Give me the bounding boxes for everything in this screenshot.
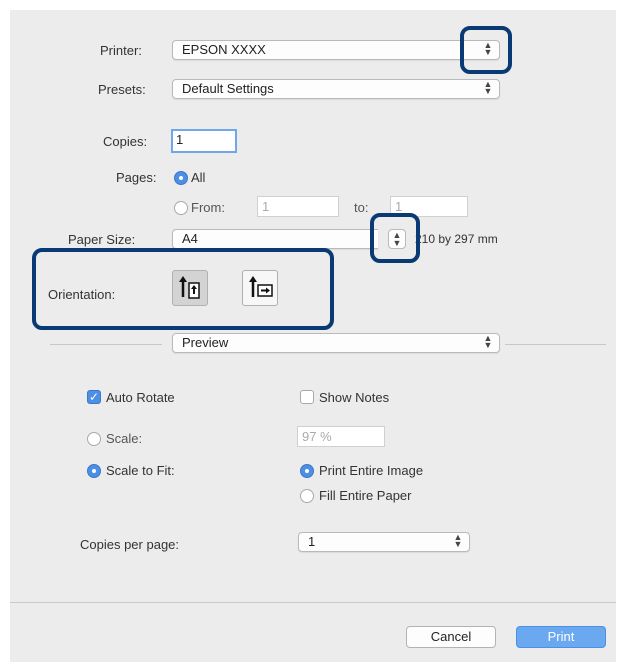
print-button[interactable]: Print xyxy=(516,626,606,648)
pages-from-label: From: xyxy=(191,200,225,215)
print-entire-image-label: Print Entire Image xyxy=(319,463,424,478)
checkmark-icon: ✓ xyxy=(88,390,100,404)
orientation-highlight xyxy=(32,248,334,330)
pages-to-label: to: xyxy=(354,200,369,215)
section-divider-right xyxy=(505,344,606,345)
section-select[interactable]: Preview ▲ ▼ xyxy=(172,333,500,353)
printer-select[interactable]: EPSON XXXX ▲ ▼ xyxy=(172,40,500,60)
fill-entire-paper-radio[interactable] xyxy=(300,489,314,503)
paper-dimensions: 210 by 297 mm xyxy=(415,232,498,246)
paper-size-select[interactable]: A4 xyxy=(172,229,378,249)
paper-size-arrow-highlight xyxy=(370,213,420,263)
show-notes-checkbox[interactable] xyxy=(300,390,314,404)
footer-divider xyxy=(10,602,616,603)
paper-size-value: A4 xyxy=(182,231,198,246)
pages-from-field[interactable]: 1 xyxy=(257,196,339,217)
section-select-value: Preview xyxy=(182,335,229,350)
copies-per-page-select[interactable]: 1 ▲ ▼ xyxy=(298,532,470,552)
cancel-button[interactable]: Cancel xyxy=(406,626,496,648)
presets-label: Presets: xyxy=(98,82,146,97)
pages-from-radio[interactable] xyxy=(174,201,188,215)
auto-rotate-label: Auto Rotate xyxy=(106,390,175,405)
updown-arrows-icon: ▲ ▼ xyxy=(483,79,493,96)
presets-select[interactable]: Default Settings ▲ ▼ xyxy=(172,79,500,99)
printer-value: EPSON XXXX xyxy=(182,42,266,57)
updown-arrows-icon: ▲ ▼ xyxy=(483,333,493,350)
presets-value: Default Settings xyxy=(182,81,274,96)
section-divider-left xyxy=(50,344,162,345)
pages-all-radio[interactable] xyxy=(174,171,188,185)
pages-to-value: 1 xyxy=(395,199,403,214)
copies-label: Copies: xyxy=(103,134,148,149)
pages-label: Pages: xyxy=(116,170,157,185)
copies-field[interactable]: 1 xyxy=(171,129,237,153)
scale-value: 97 % xyxy=(302,429,332,444)
scale-label: Scale: xyxy=(106,431,143,446)
pages-from-value: 1 xyxy=(262,199,270,214)
copies-value: 1 xyxy=(176,132,184,147)
updown-arrows-icon: ▲ ▼ xyxy=(453,532,463,549)
scale-field[interactable]: 97 % xyxy=(297,426,385,447)
print-dialog: Printer: EPSON XXXX ▲ ▼ Presets: Default … xyxy=(10,10,616,662)
copies-per-page-value: 1 xyxy=(308,534,316,549)
paper-size-label: Paper Size: xyxy=(68,232,136,247)
printer-arrow-highlight xyxy=(460,26,512,74)
scale-to-fit-radio[interactable] xyxy=(87,464,101,478)
printer-label: Printer: xyxy=(100,43,142,58)
scale-to-fit-label: Scale to Fit: xyxy=(106,463,175,478)
print-entire-image-radio[interactable] xyxy=(300,464,314,478)
copies-per-page-label: Copies per page: xyxy=(80,537,180,552)
auto-rotate-checkbox[interactable]: ✓ xyxy=(87,390,101,404)
show-notes-label: Show Notes xyxy=(319,390,390,405)
fill-entire-paper-label: Fill Entire Paper xyxy=(319,488,412,503)
scale-radio[interactable] xyxy=(87,432,101,446)
pages-all-label: All xyxy=(191,170,206,185)
